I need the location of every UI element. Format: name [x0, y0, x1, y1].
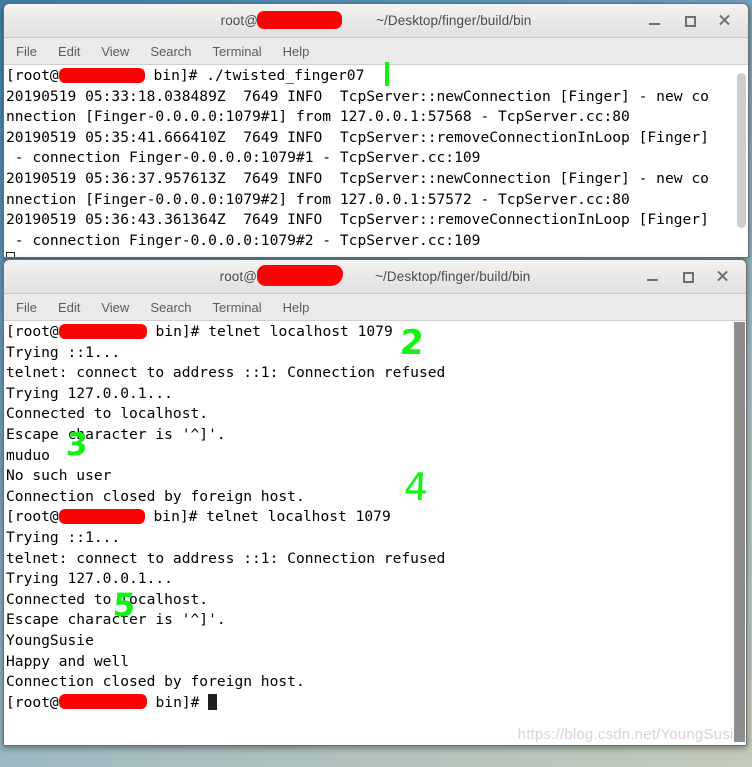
terminal-line: [root@ bin]# telnet localhost 1079 — [6, 507, 733, 528]
terminal-line: telnet: connect to address ::1: Connecti… — [6, 364, 446, 382]
minimize-icon[interactable] — [647, 13, 662, 28]
terminal-line: telnet: connect to address ::1: Connecti… — [6, 549, 446, 567]
menu-item-terminal[interactable]: Terminal — [213, 300, 262, 315]
title-redaction-bottom — [257, 265, 343, 286]
menu-item-view[interactable]: View — [101, 300, 129, 315]
terminal-line: No such user — [6, 467, 112, 485]
terminal-scrollbar-bottom[interactable] — [733, 321, 746, 745]
window-title-prefix: root@ — [220, 13, 259, 28]
terminal-line: Escape character is '^]'. — [6, 611, 226, 629]
window-buttons-bottom[interactable] — [645, 269, 746, 284]
terminal-line: 20190519 05:36:43.361364Z 7649 INFO TcpS… — [6, 211, 709, 229]
close-icon[interactable] — [715, 269, 730, 284]
prompt-command: bin]# ./twisted_finger07 — [144, 67, 365, 84]
terminal-line: Trying 127.0.0.1... — [6, 384, 173, 402]
maximize-icon[interactable] — [680, 269, 695, 284]
close-icon[interactable] — [717, 13, 732, 28]
terminal-line: 20190519 05:33:18.038489Z 7649 INFO TcpS… — [6, 87, 709, 105]
terminal-body-bottom[interactable]: [root@ bin]# telnet localhost 1079 Trying… — [4, 321, 746, 745]
terminal-window-top[interactable]: root@ ~/Desktop/finger/build/bin File Edi… — [3, 3, 749, 258]
terminal-line: 20190519 05:36:37.957613Z 7649 INFO TcpS… — [6, 169, 709, 187]
window-title-suffix: ~/Desktop/finger/build/bin — [376, 13, 532, 28]
terminal-line: Connection closed by foreign host. — [6, 487, 305, 505]
titlebar-top[interactable]: root@ ~/Desktop/finger/build/bin — [4, 4, 748, 38]
terminal-output-bottom[interactable]: [root@ bin]# telnet localhost 1079 Trying… — [4, 321, 733, 745]
terminal-line: Connected to localhost. — [6, 405, 209, 423]
hostname-redaction — [58, 508, 145, 524]
menu-item-view[interactable]: View — [101, 44, 129, 59]
terminal-line: [root@ bin]# telnet localhost 1079 — [6, 322, 733, 343]
terminal-line: Escape character is '^]'. — [6, 425, 226, 443]
menu-item-help[interactable]: Help — [283, 300, 310, 315]
scrollbar-thumb[interactable] — [737, 73, 746, 228]
terminal-cursor — [6, 252, 15, 257]
menubar-top[interactable]: File Edit View Search Terminal Help — [4, 38, 748, 65]
window-title-suffix: ~/Desktop/finger/build/bin — [375, 269, 531, 284]
hostname-redaction — [58, 67, 145, 83]
prompt-command: bin]# telnet localhost 1079 — [146, 323, 393, 340]
menubar-bottom[interactable]: File Edit View Search Terminal Help — [4, 294, 746, 321]
menu-item-file[interactable]: File — [16, 44, 37, 59]
menu-item-edit[interactable]: Edit — [58, 300, 80, 315]
terminal-line: Happy and well — [6, 652, 130, 670]
prompt-prefix: [root@ — [6, 693, 59, 711]
menu-item-search[interactable]: Search — [150, 44, 191, 59]
terminal-line: muduo — [6, 446, 50, 464]
terminal-output-top[interactable]: [root@ bin]# ./twisted_finger07 20190519 … — [4, 65, 735, 257]
hostname-redaction — [58, 694, 147, 710]
hostname-redaction — [58, 323, 147, 339]
window-title-bottom: root@ ~/Desktop/finger/build/bin — [4, 269, 746, 284]
prompt-command: bin]# telnet localhost 1079 — [144, 508, 391, 526]
menu-item-terminal[interactable]: Terminal — [213, 44, 262, 59]
window-buttons-top[interactable] — [647, 13, 748, 28]
terminal-line: 20190519 05:35:41.666410Z 7649 INFO TcpS… — [6, 128, 709, 146]
terminal-line: Connection closed by foreign host. — [6, 673, 305, 691]
window-title-prefix: root@ — [219, 269, 258, 284]
titlebar-bottom[interactable]: root@ ~/Desktop/finger/build/bin — [4, 260, 746, 294]
terminal-line: [root@ bin]# — [6, 693, 733, 714]
terminal-line: - connection Finger-0.0.0.0:1079#1 - Tcp… — [6, 149, 481, 167]
terminal-window-bottom[interactable]: root@ ~/Desktop/finger/build/bin File Edi… — [3, 259, 747, 746]
terminal-line: Connected to localhost. — [6, 590, 209, 608]
maximize-icon[interactable] — [682, 13, 697, 28]
window-title-top: root@ ~/Desktop/finger/build/bin — [4, 13, 748, 28]
menu-item-file[interactable]: File — [16, 300, 37, 315]
terminal-line: [root@ bin]# ./twisted_finger07 — [6, 66, 735, 87]
terminal-line: nnection [Finger-0.0.0.0:1079#1] from 12… — [6, 108, 630, 126]
prompt-prefix: [root@ — [6, 67, 59, 84]
prompt-prefix: [root@ — [6, 508, 59, 526]
terminal-line: Trying 127.0.0.1... — [6, 570, 173, 588]
title-redaction-top — [257, 11, 342, 29]
terminal-line — [6, 251, 735, 257]
menu-item-help[interactable]: Help — [283, 44, 310, 59]
menu-item-edit[interactable]: Edit — [58, 44, 80, 59]
minimize-icon[interactable] — [645, 269, 660, 284]
terminal-line: Trying ::1... — [6, 528, 121, 546]
prompt-prefix: [root@ — [6, 323, 59, 340]
terminal-line: - connection Finger-0.0.0.0:1079#2 - Tcp… — [6, 231, 481, 249]
terminal-cursor — [208, 693, 218, 710]
prompt-command: bin]# — [146, 693, 209, 711]
terminal-line: YoungSusie — [6, 631, 94, 649]
terminal-line: Trying ::1... — [6, 343, 121, 361]
scrollbar-thumb[interactable] — [734, 322, 745, 742]
terminal-line: nnection [Finger-0.0.0.0:1079#2] from 12… — [6, 190, 630, 208]
menu-item-search[interactable]: Search — [150, 300, 191, 315]
terminal-body-top[interactable]: [root@ bin]# ./twisted_finger07 20190519 … — [4, 65, 748, 257]
terminal-scrollbar-top[interactable] — [735, 65, 748, 257]
